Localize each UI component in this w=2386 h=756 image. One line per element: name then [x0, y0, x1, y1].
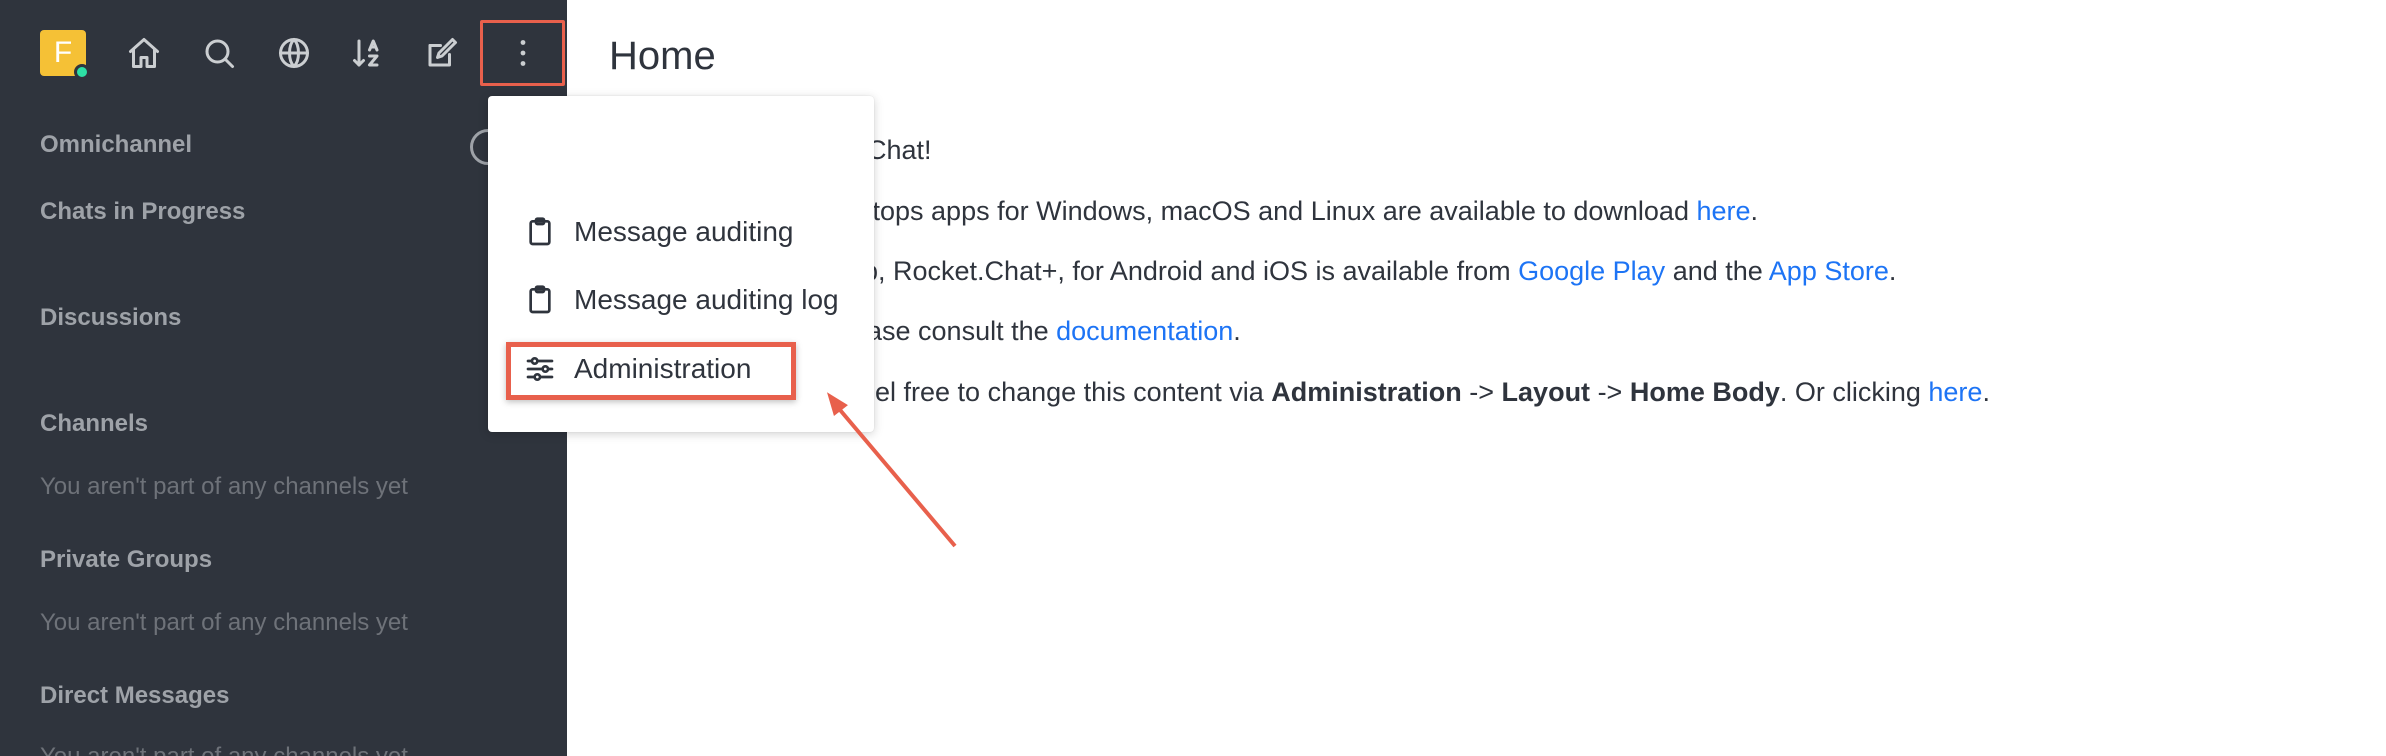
user-avatar[interactable]: F — [40, 30, 90, 80]
home-line-welcome: Chat! — [867, 135, 932, 165]
sidebar: F Omnichannel Chats in Progress Discussi… — [0, 0, 567, 756]
home-line-customize: eel free to change this content via Admi… — [860, 377, 1990, 407]
sidebar-toolbar: F — [40, 20, 565, 86]
channels-empty-text: You aren't part of any channels yet — [40, 473, 408, 500]
avatar-initial: F — [53, 36, 73, 69]
menu-item-label: Message auditing — [574, 216, 794, 247]
home-line-mobile: p, Rocket.Chat+, for Android and iOS is … — [863, 256, 1897, 286]
clipboard-icon — [529, 217, 551, 246]
download-here-link[interactable]: here — [1696, 196, 1750, 226]
administration-highlight-box — [506, 342, 796, 400]
edit-icon — [428, 38, 457, 67]
google-play-link[interactable]: Google Play — [1518, 256, 1665, 286]
menu-item-message-auditing-log[interactable]: Message auditing log — [524, 276, 839, 324]
home-button[interactable] — [113, 22, 175, 84]
app-store-link[interactable]: App Store — [1769, 256, 1889, 286]
sort-button[interactable] — [337, 22, 399, 84]
private-groups-empty-text: You aren't part of any channels yet — [40, 609, 408, 636]
menu-item-label: Message auditing log — [574, 284, 839, 315]
sidebar-section-chats-in-progress: Chats in Progress — [40, 198, 246, 225]
direct-messages-empty-text: You aren't part of any channels yet — [40, 743, 408, 756]
clipboard-icon — [529, 285, 551, 314]
sidebar-section-discussions: Discussions — [40, 304, 182, 331]
search-button[interactable] — [188, 22, 250, 84]
sort-alpha-icon — [353, 39, 379, 67]
globe-icon — [279, 38, 309, 68]
home-line-desktop: ktops apps for Windows, macOS and Linux … — [859, 196, 1759, 226]
menu-item-message-auditing[interactable]: Message auditing — [524, 208, 793, 256]
search-icon — [205, 39, 234, 68]
create-new-button[interactable] — [411, 22, 473, 84]
home-body-here-link[interactable]: here — [1928, 377, 1982, 407]
page-title: Home — [609, 34, 716, 78]
status-online-icon — [74, 64, 90, 80]
kebab-menu-icon — [520, 40, 525, 66]
directory-button[interactable] — [263, 22, 325, 84]
sidebar-section-private-groups: Private Groups — [40, 546, 213, 573]
home-icon — [129, 38, 159, 68]
more-options-button[interactable] — [480, 20, 565, 86]
home-line-docs: ase consult the documentation. — [867, 316, 1241, 346]
documentation-link[interactable]: documentation — [1056, 316, 1233, 346]
sidebar-section-omnichannel: Omnichannel — [40, 131, 193, 158]
sidebar-section-direct-messages: Direct Messages — [40, 682, 230, 709]
sidebar-section-channels: Channels — [40, 410, 149, 437]
